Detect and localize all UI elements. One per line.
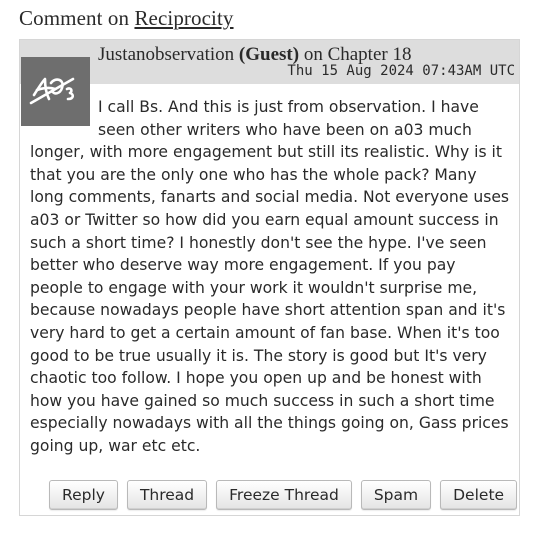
comment-actions: Reply Thread Freeze Thread Spam Delete [49, 480, 518, 510]
reply-button[interactable]: Reply [49, 480, 118, 510]
comment: Justanobservation (Guest) on Chapter 18 … [19, 39, 520, 516]
comment-datetime: Thu 15 Aug 2024 07:43AM UTC [287, 63, 515, 79]
heading-prefix: Comment on [19, 6, 130, 30]
comment-body-text: I call Bs. And this is just from observa… [30, 96, 512, 458]
spam-button[interactable]: Spam [360, 480, 432, 510]
author-name: Justanobservation [98, 44, 235, 65]
comment-page-heading: Comment on Reciprocity [19, 6, 234, 31]
work-title-link[interactable]: Reciprocity [134, 6, 233, 30]
on-text: on [303, 44, 323, 65]
guest-tag: (Guest) [238, 44, 300, 65]
thread-button[interactable]: Thread [126, 480, 208, 510]
comment-header: Justanobservation (Guest) on Chapter 18 … [20, 40, 519, 84]
comment-text: I call Bs. And this is just from observa… [30, 98, 510, 455]
chapter-link[interactable]: Chapter 18 [328, 44, 412, 65]
freeze-thread-button[interactable]: Freeze Thread [216, 480, 352, 510]
delete-button[interactable]: Delete [440, 480, 518, 510]
